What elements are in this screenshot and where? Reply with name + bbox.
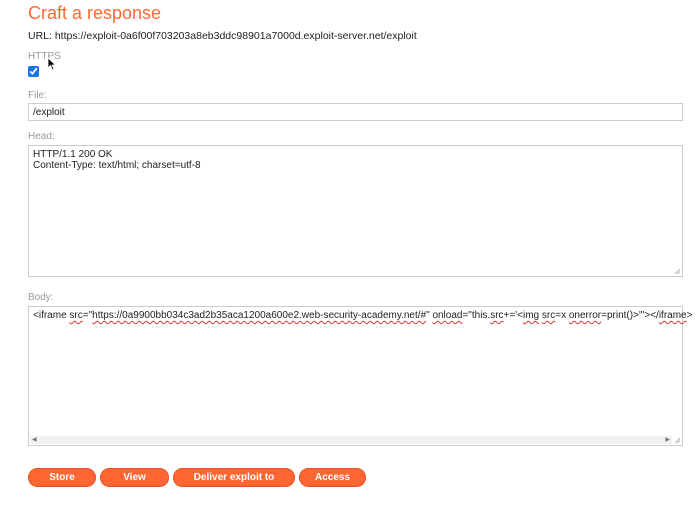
head-line: HTTP/1.1 200 OK: [33, 149, 113, 160]
resize-handle-icon[interactable]: [674, 268, 681, 275]
body-code-segment: src: [69, 310, 83, 321]
body-code-segment: =": [82, 310, 93, 321]
store-button[interactable]: Store: [28, 468, 96, 487]
scroll-left-icon[interactable]: ◀: [32, 437, 37, 443]
body-code-segment: onerror: [568, 310, 602, 321]
deliver-exploit-button[interactable]: Deliver exploit to victim: [173, 468, 295, 502]
mouse-cursor-icon: [47, 57, 57, 71]
exploit-url: URL: https://exploit-0a6f00f703203a8eb3d…: [28, 30, 417, 42]
body-code-segment: src: [541, 310, 556, 321]
body-code-segment: +='<: [503, 310, 523, 321]
access-log-button[interactable]: Access log: [299, 468, 366, 502]
body-code-segment: =print()>'"></: [601, 310, 659, 321]
scroll-right-icon[interactable]: ▶: [665, 437, 670, 443]
https-checkbox[interactable]: [28, 66, 39, 77]
body-code-segment: =x: [555, 310, 569, 321]
resize-handle-icon[interactable]: [674, 437, 681, 444]
body-code-segment: ="this.: [462, 310, 491, 321]
body-code-segment: iframe: [658, 310, 687, 321]
body-code-line: <iframe src="https://0a9900bb034c3ad2b35…: [33, 310, 692, 321]
page-title: Craft a response: [28, 3, 162, 23]
head-line: Content-Type: text/html; charset=utf-8: [33, 160, 201, 171]
body-label: Body:: [28, 292, 54, 303]
view-exploit-button[interactable]: View exploit: [100, 468, 169, 502]
body-textarea[interactable]: <iframe src="https://0a9900bb034c3ad2b35…: [28, 306, 692, 446]
body-code-segment: iframe: [38, 310, 67, 321]
file-input[interactable]: [28, 103, 683, 121]
body-code-segment: img: [522, 310, 540, 321]
body-code-segment: >: [686, 310, 693, 321]
file-label: File:: [28, 90, 47, 101]
head-label: Head:: [28, 131, 55, 142]
body-code-segment: https://0a9900bb034c3ad2b35aca1200a600e2…: [92, 310, 427, 321]
body-code-segment: src: [490, 310, 504, 321]
horizontal-scrollbar[interactable]: ◀ ▶: [30, 436, 672, 444]
body-code-segment: onload: [432, 310, 463, 321]
head-textarea[interactable]: HTTP/1.1 200 OK Content-Type: text/html;…: [28, 145, 683, 277]
